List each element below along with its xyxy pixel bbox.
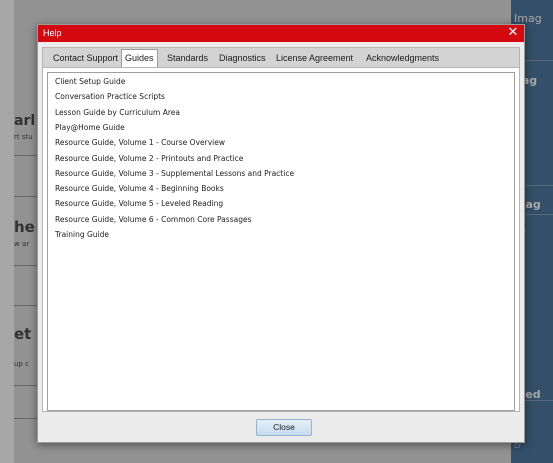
- list-item[interactable]: Resource Guide, Volume 4 - Beginning Boo…: [55, 182, 224, 196]
- help-dialog: Help ✕ Contact Support Guides Standards Dia…: [37, 24, 525, 443]
- list-item[interactable]: Resource Guide, Volume 2 - Printouts and…: [55, 152, 243, 166]
- help-tabs: Contact Support Guides Standards Diagnostic…: [42, 47, 520, 69]
- list-item[interactable]: Lesson Guide by Curriculum Area: [55, 106, 180, 120]
- list-item[interactable]: Play@Home Guide: [55, 121, 125, 135]
- list-item[interactable]: Training Guide: [55, 228, 109, 242]
- dialog-title: Help: [43, 28, 62, 38]
- tab-panel-guides: Client Setup Guide Conversation Practice …: [42, 67, 520, 412]
- list-item[interactable]: Resource Guide, Volume 5 - Leveled Readi…: [55, 197, 223, 211]
- list-item[interactable]: Resource Guide, Volume 6 - Common Core P…: [55, 213, 251, 227]
- list-item[interactable]: Client Setup Guide: [55, 75, 125, 89]
- tab-guides[interactable]: Guides: [121, 49, 158, 69]
- dialog-titlebar: Help ✕: [38, 25, 524, 42]
- list-item[interactable]: Resource Guide, Volume 3 - Supplemental …: [55, 167, 294, 181]
- list-item[interactable]: Resource Guide, Volume 1 - Course Overvi…: [55, 136, 225, 150]
- close-button[interactable]: Close: [256, 419, 312, 436]
- close-icon[interactable]: ✕: [506, 25, 520, 41]
- list-item[interactable]: Conversation Practice Scripts: [55, 90, 165, 104]
- guides-list[interactable]: Client Setup Guide Conversation Practice …: [47, 72, 515, 411]
